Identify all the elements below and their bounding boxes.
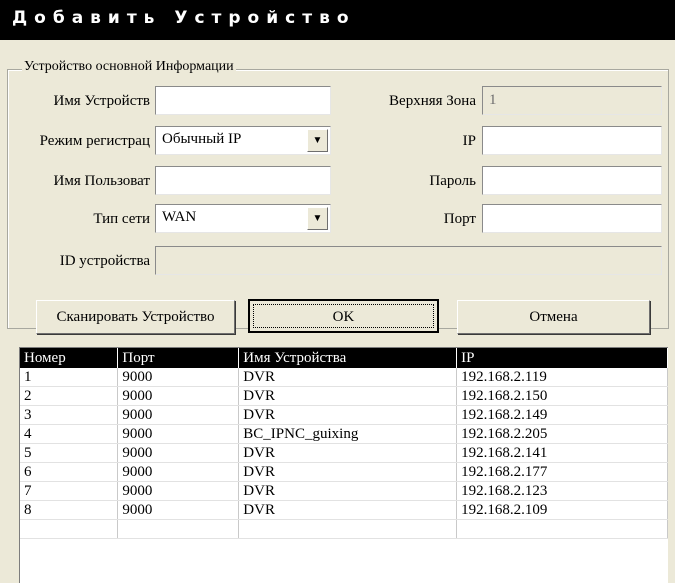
cancel-button[interactable]: Отмена bbox=[457, 300, 650, 334]
table-row[interactable]: 3 9000 DVR 192.168.2.149 bbox=[20, 405, 668, 425]
cell-ip: 192.168.2.109 bbox=[456, 500, 668, 520]
device-table: Номер Порт Имя Устройства IP 1 9000 DVR … bbox=[20, 348, 668, 539]
net-type-value: WAN bbox=[162, 209, 197, 225]
cell-number: 6 bbox=[20, 462, 119, 482]
device-name-field[interactable] bbox=[155, 86, 331, 115]
cell-ip: 192.168.2.123 bbox=[456, 481, 668, 501]
cell-device-name: DVR bbox=[238, 405, 458, 425]
table-row[interactable]: 8 9000 DVR 192.168.2.109 bbox=[20, 500, 668, 520]
device-id-field bbox=[155, 246, 662, 275]
table-header-row: Номер Порт Имя Устройства IP bbox=[20, 348, 668, 368]
cell-port: 9000 bbox=[117, 500, 240, 520]
user-label: Имя Пользоват bbox=[53, 173, 150, 189]
cell-device-name: BC_IPNC_guixing bbox=[238, 424, 458, 444]
col-header-device-name[interactable]: Имя Устройства bbox=[238, 348, 458, 368]
cell-empty bbox=[20, 519, 119, 539]
col-header-port[interactable]: Порт bbox=[117, 348, 240, 368]
password-field[interactable] bbox=[482, 166, 662, 195]
cell-number: 5 bbox=[20, 443, 119, 463]
table-row[interactable]: 2 9000 DVR 192.168.2.150 bbox=[20, 386, 668, 406]
cell-number: 3 bbox=[20, 405, 119, 425]
reg-mode-select[interactable]: Обычный IP ▼ bbox=[155, 126, 331, 155]
chevron-down-icon[interactable]: ▼ bbox=[307, 207, 328, 230]
upper-zone-label: Верхняя Зона bbox=[389, 93, 476, 109]
cell-ip: 192.168.2.141 bbox=[456, 443, 668, 463]
chevron-down-icon[interactable]: ▼ bbox=[307, 129, 328, 152]
upper-zone-field bbox=[482, 86, 662, 115]
cell-empty bbox=[117, 519, 240, 539]
cell-number: 7 bbox=[20, 481, 119, 501]
ip-field[interactable] bbox=[482, 126, 662, 155]
cell-device-name: DVR bbox=[238, 500, 458, 520]
ok-button[interactable]: OK bbox=[248, 299, 439, 333]
table-row-empty bbox=[20, 519, 668, 539]
table-row[interactable]: 5 9000 DVR 192.168.2.141 bbox=[20, 443, 668, 463]
add-device-dialog: Устройство основной Информации Имя Устро… bbox=[0, 40, 675, 583]
table-row[interactable]: 1 9000 DVR 192.168.2.119 bbox=[20, 368, 668, 387]
net-type-label: Тип сети bbox=[93, 211, 150, 227]
device-list[interactable]: Номер Порт Имя Устройства IP 1 9000 DVR … bbox=[19, 347, 668, 583]
cell-port: 9000 bbox=[117, 368, 240, 387]
cell-port: 9000 bbox=[117, 481, 240, 501]
cell-port: 9000 bbox=[117, 386, 240, 406]
reg-mode-label: Режим регистрац bbox=[39, 133, 150, 149]
cell-ip: 192.168.2.177 bbox=[456, 462, 668, 482]
reg-mode-value: Обычный IP bbox=[162, 131, 242, 147]
cell-number: 4 bbox=[20, 424, 119, 444]
cell-device-name: DVR bbox=[238, 368, 458, 387]
cell-number: 2 bbox=[20, 386, 119, 406]
cell-port: 9000 bbox=[117, 443, 240, 463]
user-field[interactable] bbox=[155, 166, 331, 195]
password-label: Пароль bbox=[429, 173, 476, 189]
cell-device-name: DVR bbox=[238, 462, 458, 482]
col-header-number[interactable]: Номер bbox=[20, 348, 119, 368]
ip-label: IP bbox=[462, 133, 476, 149]
device-id-label: ID устройства bbox=[59, 253, 150, 269]
table-row[interactable]: 4 9000 BC_IPNC_guixing 192.168.2.205 bbox=[20, 424, 668, 444]
cell-ip: 192.168.2.150 bbox=[456, 386, 668, 406]
table-row[interactable]: 6 9000 DVR 192.168.2.177 bbox=[20, 462, 668, 482]
port-label: Порт bbox=[443, 211, 476, 227]
cell-device-name: DVR bbox=[238, 481, 458, 501]
cell-port: 9000 bbox=[117, 424, 240, 444]
cell-ip: 192.168.2.119 bbox=[456, 368, 668, 387]
cell-empty bbox=[456, 519, 668, 539]
title-bar: Добавить Устройство bbox=[0, 0, 675, 40]
cell-ip: 192.168.2.149 bbox=[456, 405, 668, 425]
cell-number: 1 bbox=[20, 368, 119, 387]
net-type-select[interactable]: WAN ▼ bbox=[155, 204, 331, 233]
cell-number: 8 bbox=[20, 500, 119, 520]
col-header-ip[interactable]: IP bbox=[456, 348, 668, 368]
cell-device-name: DVR bbox=[238, 386, 458, 406]
cell-port: 9000 bbox=[117, 405, 240, 425]
ok-label: OK bbox=[332, 309, 355, 325]
cell-port: 9000 bbox=[117, 462, 240, 482]
cell-device-name: DVR bbox=[238, 443, 458, 463]
port-field[interactable] bbox=[482, 204, 662, 233]
cell-ip: 192.168.2.205 bbox=[456, 424, 668, 444]
window-title: Добавить Устройство bbox=[12, 8, 356, 28]
device-name-label: Имя Устройств bbox=[53, 93, 150, 109]
cell-empty bbox=[238, 519, 458, 539]
table-row[interactable]: 7 9000 DVR 192.168.2.123 bbox=[20, 481, 668, 501]
scan-device-button[interactable]: Сканировать Устройство bbox=[36, 300, 235, 334]
group-legend: Устройство основной Информации bbox=[22, 59, 236, 75]
